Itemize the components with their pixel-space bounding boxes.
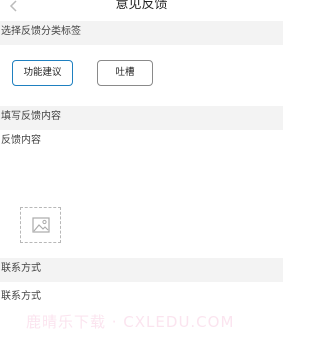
image-icon [32, 217, 50, 233]
watermark: 鹿晴乐下载 · CXLEDU.COM [26, 313, 235, 331]
contact-section-header: 联系方式 [0, 258, 283, 282]
tag-complaint[interactable]: 吐槽 [97, 60, 153, 86]
nav-bar: 意见反馈 [0, 0, 283, 22]
add-image-button[interactable] [20, 207, 61, 243]
content-section-header: 填写反馈内容 [0, 106, 283, 130]
content-section-title: 填写反馈内容 [1, 111, 61, 122]
feedback-content-input[interactable]: 反馈内容 [1, 134, 271, 194]
contact-input[interactable]: 联系方式 [1, 290, 271, 304]
tag-feature-suggestion[interactable]: 功能建议 [12, 60, 73, 86]
category-section-title: 选择反馈分类标签 [1, 26, 81, 37]
category-section-header: 选择反馈分类标签 [0, 21, 283, 45]
page-title: 意见反馈 [115, 0, 168, 12]
contact-section-title: 联系方式 [1, 263, 41, 274]
